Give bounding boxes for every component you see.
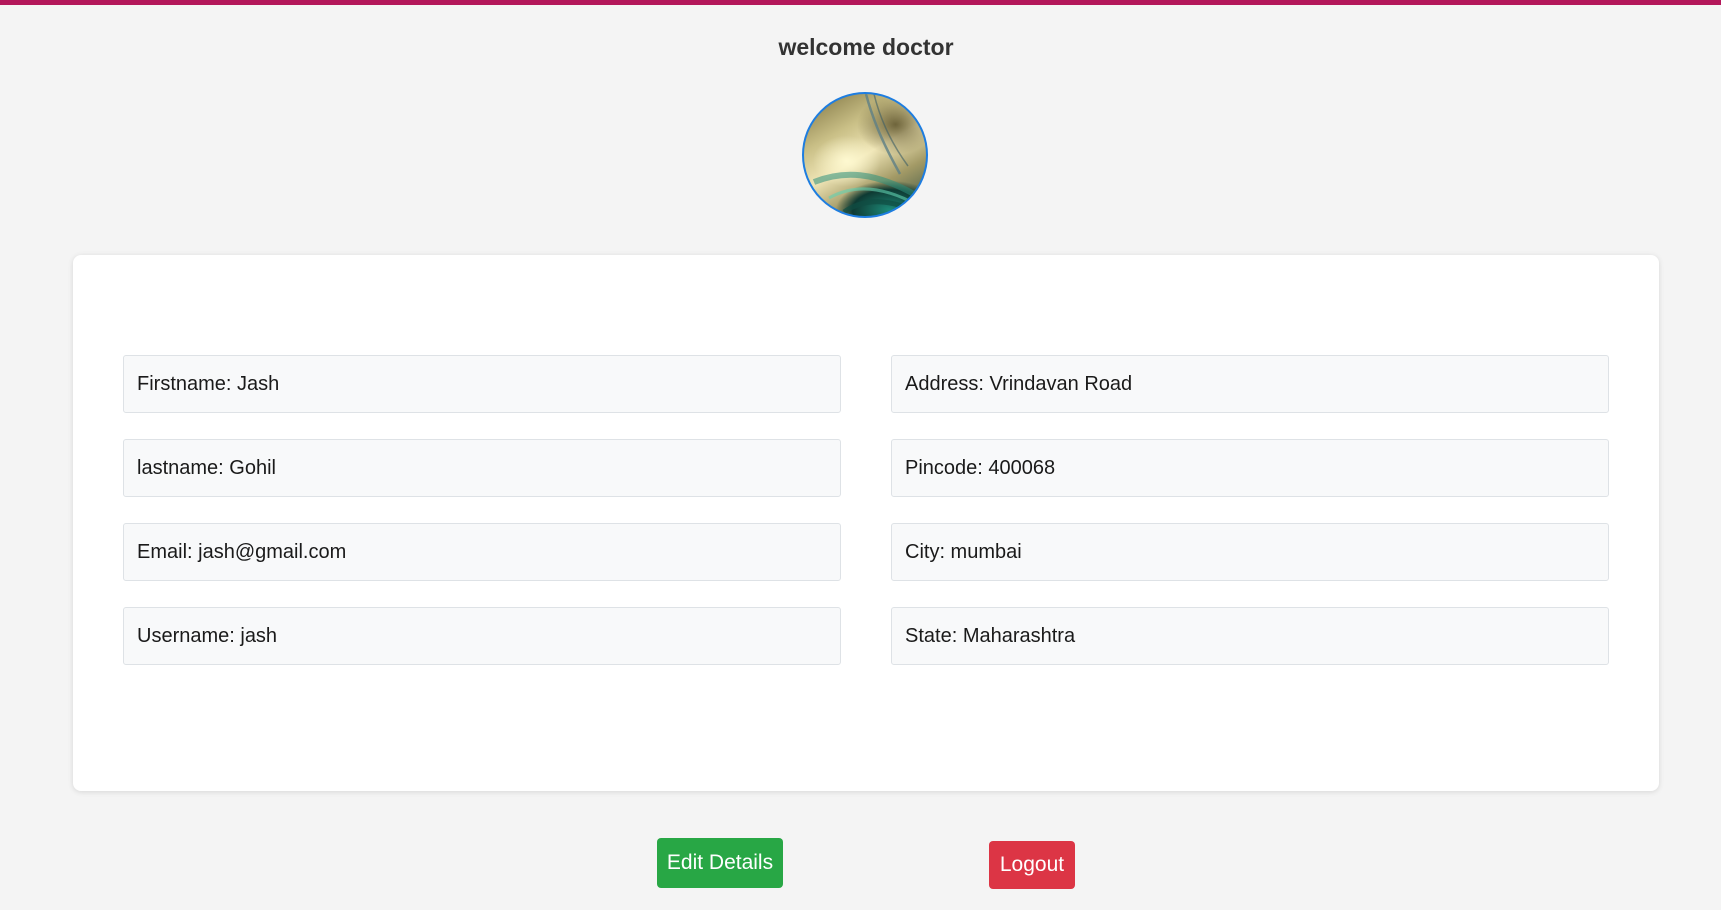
email-field: Email: jash@gmail.com: [123, 523, 841, 581]
address-field: Address: Vrindavan Road: [891, 355, 1609, 413]
state-field: State: Maharashtra: [891, 607, 1609, 665]
profile-details-card: Firstname: Jash lastname: Gohil Email: j…: [73, 255, 1659, 791]
pincode-field: Pincode: 400068: [891, 439, 1609, 497]
username-field: Username: jash: [123, 607, 841, 665]
page-title: welcome doctor: [778, 34, 954, 60]
avatar-image-icon: [812, 94, 924, 216]
city-field: City: mumbai: [891, 523, 1609, 581]
logout-button[interactable]: Logout: [989, 841, 1075, 889]
firstname-field: Firstname: Jash: [123, 355, 841, 413]
top-accent-bar: [0, 0, 1721, 5]
edit-details-button[interactable]: Edit Details: [657, 838, 783, 888]
avatar: [802, 92, 928, 218]
lastname-field: lastname: Gohil: [123, 439, 841, 497]
